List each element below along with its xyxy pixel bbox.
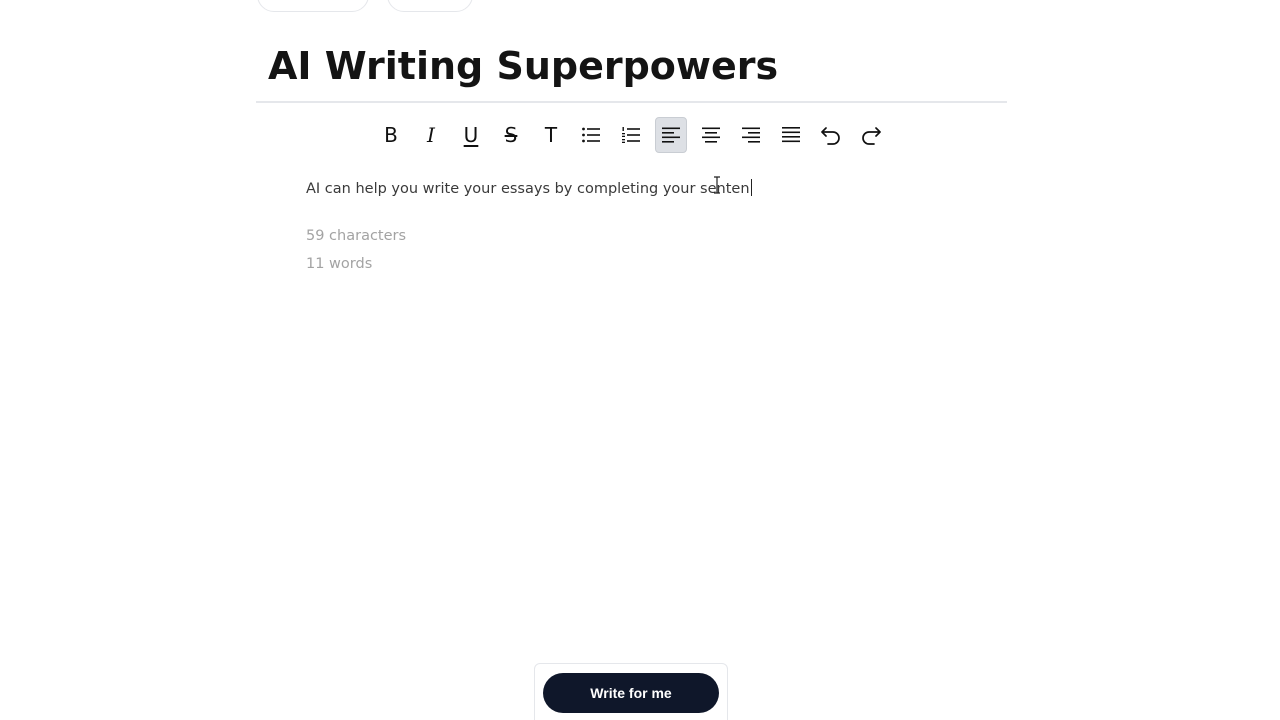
align-right-button[interactable] xyxy=(735,117,767,153)
underline-icon: U xyxy=(463,123,479,147)
strikethrough-icon: S xyxy=(504,123,518,147)
editor-page: AI Writing Superpowers B I U S T AI can … xyxy=(0,0,1280,720)
numbered-list-icon xyxy=(622,127,640,143)
title-divider xyxy=(256,101,1007,103)
underline-button[interactable]: U xyxy=(455,117,487,153)
undo-button[interactable] xyxy=(815,117,847,153)
redo-icon xyxy=(862,127,881,145)
align-justify-button[interactable] xyxy=(775,117,807,153)
text-caret xyxy=(750,179,752,196)
align-center-icon xyxy=(702,127,720,143)
formatting-toolbar: B I U S T xyxy=(375,117,895,153)
bullet-list-button[interactable] xyxy=(575,117,607,153)
italic-icon: I xyxy=(427,123,435,147)
text-icon: T xyxy=(544,123,558,147)
text-style-button[interactable]: T xyxy=(535,117,567,153)
undo-icon xyxy=(821,127,840,145)
align-right-icon xyxy=(742,127,760,143)
bullet-list-icon xyxy=(582,127,600,143)
character-count: 59 characters xyxy=(306,228,407,244)
align-left-icon xyxy=(662,127,680,143)
text-cursor-icon xyxy=(714,176,720,194)
align-center-button[interactable] xyxy=(695,117,727,153)
word-count: 11 words xyxy=(306,256,373,272)
top-menu-button[interactable] xyxy=(257,0,369,12)
strikethrough-button[interactable]: S xyxy=(495,117,527,153)
redo-button[interactable] xyxy=(855,117,887,153)
numbered-list-button[interactable] xyxy=(615,117,647,153)
top-menu-button-secondary[interactable] xyxy=(387,0,473,12)
italic-button[interactable]: I xyxy=(415,117,447,153)
align-justify-icon xyxy=(782,127,800,143)
editor-content[interactable]: AI can help you write your essays by com… xyxy=(306,178,752,200)
bold-icon: B xyxy=(384,123,398,147)
editor-text: AI can help you write your essays by com… xyxy=(306,181,750,197)
write-for-me-button[interactable]: Write for me xyxy=(543,673,719,713)
document-title[interactable]: AI Writing Superpowers xyxy=(268,40,778,92)
bold-button[interactable]: B xyxy=(375,117,407,153)
align-left-button[interactable] xyxy=(655,117,687,153)
